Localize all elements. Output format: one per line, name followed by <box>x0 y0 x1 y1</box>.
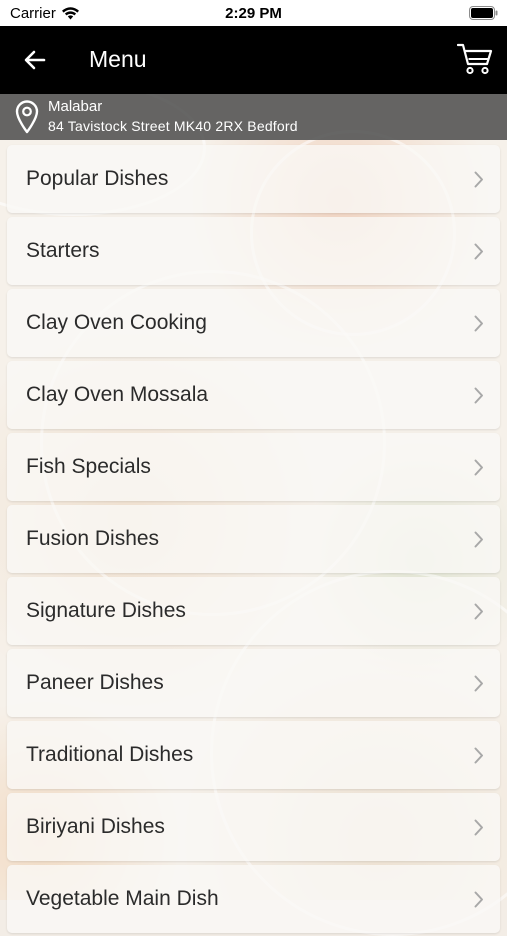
menu-category-fish-specials[interactable]: Fish Specials <box>7 433 500 501</box>
battery-icon <box>469 6 498 20</box>
chevron-right-icon <box>474 819 483 836</box>
chevron-right-icon <box>474 747 483 764</box>
restaurant-address: 84 Tavistock Street MK40 2RX Bedford <box>48 118 298 134</box>
menu-category-label: Starters <box>26 239 100 262</box>
menu-category-traditional-dishes[interactable]: Traditional Dishes <box>7 721 500 789</box>
arrow-left-icon[interactable] <box>22 47 48 73</box>
map-pin-icon <box>15 100 39 134</box>
chevron-right-icon <box>474 531 483 548</box>
menu-category-signature-dishes[interactable]: Signature Dishes <box>7 577 500 645</box>
chevron-right-icon <box>474 675 483 692</box>
menu-category-label: Clay Oven Mossala <box>26 383 209 406</box>
page-title: Menu <box>89 46 147 72</box>
status-time: 2:29 PM <box>225 5 282 22</box>
menu-category-label: Fish Specials <box>26 455 151 478</box>
menu-category-biriyani-dishes[interactable]: Biriyani Dishes <box>7 793 500 861</box>
menu-category-label: Paneer Dishes <box>26 671 164 694</box>
chevron-right-icon <box>474 315 483 332</box>
menu-category-label: Popular Dishes <box>26 167 169 190</box>
chevron-right-icon <box>474 603 483 620</box>
menu-category-clay-oven-cooking[interactable]: Clay Oven Cooking <box>7 289 500 357</box>
menu-category-label: Biriyani Dishes <box>26 815 165 838</box>
menu-category-clay-oven-mossala[interactable]: Clay Oven Mossala <box>7 361 500 429</box>
menu-category-label: Clay Oven Cooking <box>26 311 207 334</box>
menu-category-fusion-dishes[interactable]: Fusion Dishes <box>7 505 500 573</box>
status-bar: Carrier 2:29 PM <box>0 0 507 26</box>
restaurant-location-bar: Malabar 84 Tavistock Street MK40 2RX Bed… <box>0 94 507 140</box>
chevron-right-icon <box>474 459 483 476</box>
menu-category-vegetable-main-dish[interactable]: Vegetable Main Dish <box>7 865 500 933</box>
menu-category-starters[interactable]: Starters <box>7 217 500 285</box>
restaurant-name: Malabar <box>48 98 103 115</box>
menu-category-paneer-dishes[interactable]: Paneer Dishes <box>7 649 500 717</box>
shopping-cart-icon[interactable] <box>457 42 493 76</box>
menu-category-label: Traditional Dishes <box>26 743 194 766</box>
menu-category-popular-dishes[interactable]: Popular Dishes <box>7 145 500 213</box>
menu-category-label: Fusion Dishes <box>26 527 160 550</box>
navigation-bar: Menu <box>0 26 507 94</box>
menu-category-label: Vegetable Main Dish <box>26 887 219 910</box>
chevron-right-icon <box>474 243 483 260</box>
chevron-right-icon <box>474 387 483 404</box>
chevron-right-icon <box>474 171 483 188</box>
menu-category-label: Signature Dishes <box>26 599 186 622</box>
